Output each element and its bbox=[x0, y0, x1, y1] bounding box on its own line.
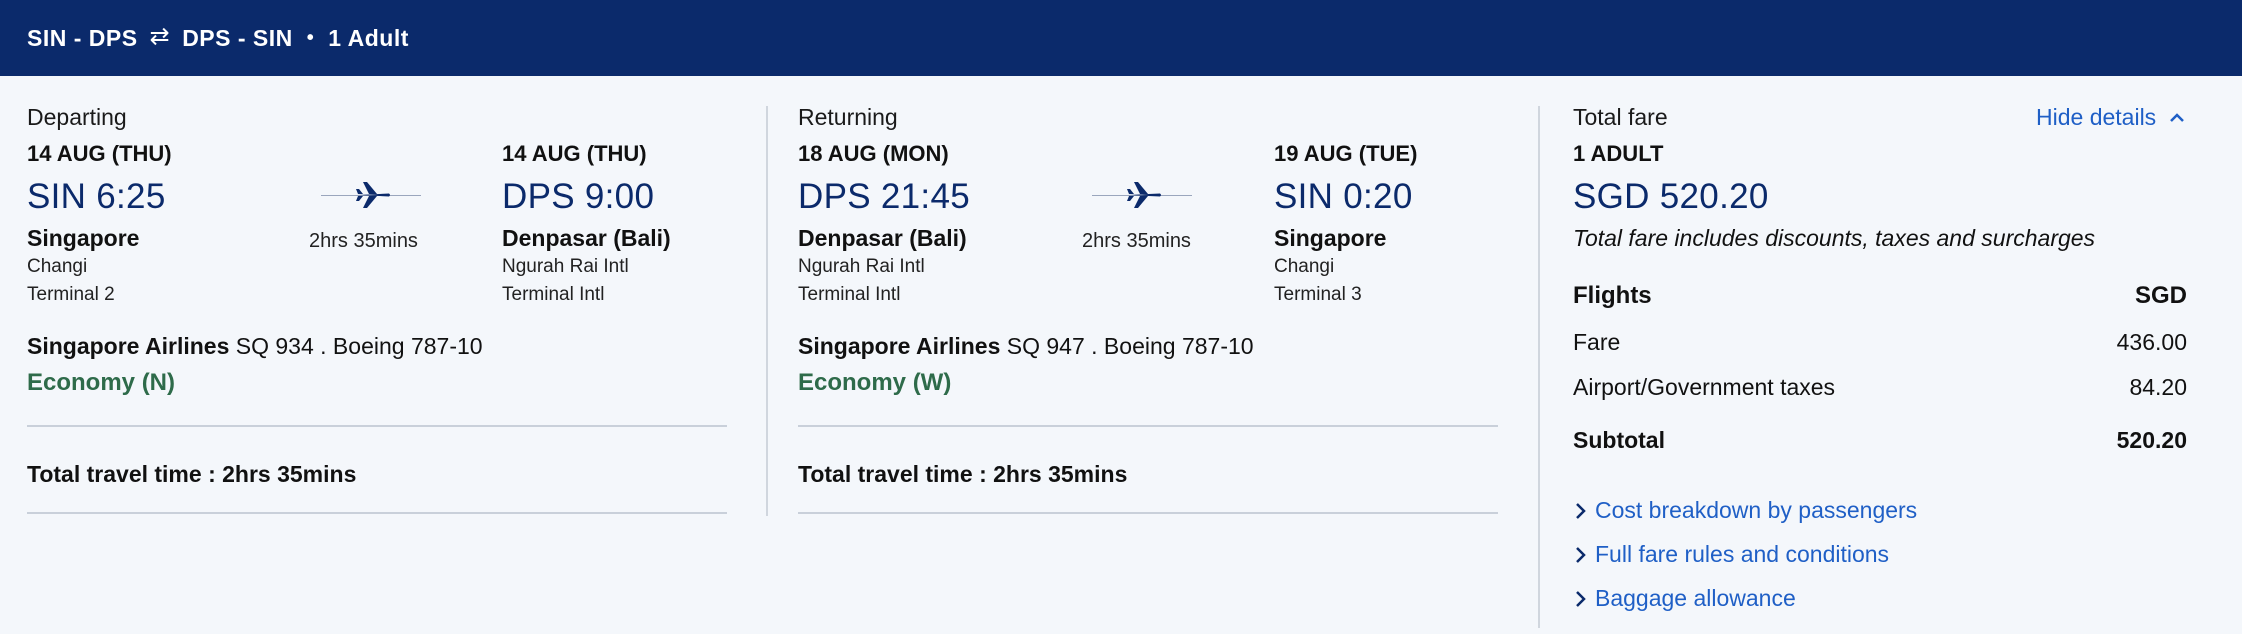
divider bbox=[798, 425, 1498, 427]
departure-date: 14 AUG (THU) bbox=[27, 141, 172, 166]
chevron-right-icon bbox=[1576, 590, 1586, 607]
fare-rules-link[interactable]: Full fare rules and conditions bbox=[1573, 541, 1889, 568]
total-fare-amount: SGD 520.20 bbox=[1573, 177, 1769, 216]
swap-icon: ⇄ bbox=[149, 22, 171, 50]
flights-heading: Flights bbox=[1573, 282, 1652, 309]
fare-rules-label: Full fare rules and conditions bbox=[1595, 541, 1890, 567]
total-travel-time-label: Total travel time : bbox=[27, 461, 216, 487]
cost-breakdown-label: Cost breakdown by passengers bbox=[1595, 497, 1918, 523]
subtotal-value: 520.20 bbox=[2116, 427, 2187, 453]
flight-path bbox=[1092, 180, 1192, 210]
column-divider bbox=[1538, 106, 1540, 628]
arrival-city: Singapore bbox=[1274, 225, 1387, 251]
departure-city: Singapore bbox=[27, 225, 140, 251]
airplane-icon bbox=[356, 182, 390, 208]
departure-airport: Changi bbox=[27, 256, 88, 277]
separator-dot: • bbox=[306, 26, 315, 49]
flight-number: SQ 934 . Boeing 787-10 bbox=[235, 333, 483, 359]
cabin-class: Economy (W) bbox=[798, 369, 952, 396]
total-fare-label: Total fare bbox=[1573, 104, 1668, 130]
departing-label: Departing bbox=[27, 104, 127, 130]
cabin-class: Economy (N) bbox=[27, 369, 176, 396]
outbound-route: SIN - DPS bbox=[27, 24, 138, 51]
arrival-date: 14 AUG (THU) bbox=[502, 141, 647, 166]
column-divider bbox=[766, 106, 768, 516]
airplane-icon bbox=[1127, 182, 1161, 208]
flight-duration: 2hrs 35mins bbox=[1082, 230, 1191, 252]
departure-time: DPS 21:45 bbox=[798, 177, 970, 216]
arrival-terminal: Terminal 3 bbox=[1274, 284, 1362, 305]
departure-terminal: Terminal 2 bbox=[27, 284, 115, 305]
inbound-route: DPS - SIN bbox=[182, 24, 293, 51]
arrival-time: DPS 9:00 bbox=[502, 177, 655, 216]
departure-city: Denpasar (Bali) bbox=[798, 225, 967, 251]
trip-summary-header: SIN - DPS ⇄ DPS - SIN • 1 Adult bbox=[0, 0, 2242, 76]
subtotal-label: Subtotal bbox=[1573, 427, 1665, 453]
chevron-right-icon bbox=[1576, 546, 1586, 563]
flight-number: SQ 947 . Boeing 787-10 bbox=[1006, 333, 1254, 359]
total-travel-time: Total travel time : 2hrs 35mins bbox=[798, 461, 1127, 488]
fare-row-label: Fare bbox=[1573, 329, 1621, 355]
chevron-up-icon bbox=[2170, 112, 2185, 122]
taxes-row-label: Airport/Government taxes bbox=[1573, 374, 1836, 400]
passenger-type: 1 ADULT bbox=[1573, 141, 1664, 166]
hide-details-button[interactable]: Hide details bbox=[2036, 104, 2188, 131]
airline-name: Singapore Airlines bbox=[798, 333, 1001, 359]
divider bbox=[798, 512, 1498, 514]
arrival-airport: Ngurah Rai Intl bbox=[502, 256, 629, 277]
departure-airport: Ngurah Rai Intl bbox=[798, 256, 925, 277]
divider bbox=[27, 512, 727, 514]
chevron-right-icon bbox=[1576, 502, 1586, 519]
returning-label: Returning bbox=[798, 104, 898, 130]
total-travel-time-value: 2hrs 35mins bbox=[222, 461, 357, 487]
arrival-city: Denpasar (Bali) bbox=[502, 225, 671, 251]
hide-details-label: Hide details bbox=[2036, 104, 2157, 130]
total-travel-time: Total travel time : 2hrs 35mins bbox=[27, 461, 356, 488]
currency-heading: SGD bbox=[2134, 282, 2187, 309]
baggage-allowance-label: Baggage allowance bbox=[1595, 585, 1796, 611]
passenger-count: 1 Adult bbox=[328, 24, 409, 51]
airline-info: Singapore Airlines SQ 934 . Boeing 787-1… bbox=[27, 333, 483, 360]
arrival-terminal: Terminal Intl bbox=[502, 284, 605, 305]
departure-time: SIN 6:25 bbox=[27, 177, 166, 216]
airline-name: Singapore Airlines bbox=[27, 333, 230, 359]
airline-info: Singapore Airlines SQ 947 . Boeing 787-1… bbox=[798, 333, 1254, 360]
taxes-row-value: 84.20 bbox=[2129, 374, 2187, 400]
fare-note: Total fare includes discounts, taxes and… bbox=[1573, 225, 2096, 251]
arrival-time: SIN 0:20 bbox=[1274, 177, 1413, 216]
total-travel-time-label: Total travel time : bbox=[798, 461, 987, 487]
total-travel-time-value: 2hrs 35mins bbox=[993, 461, 1128, 487]
arrival-airport: Changi bbox=[1274, 256, 1335, 277]
arrival-date: 19 AUG (TUE) bbox=[1274, 141, 1418, 166]
flight-duration: 2hrs 35mins bbox=[309, 230, 418, 252]
departure-terminal: Terminal Intl bbox=[798, 284, 901, 305]
cost-breakdown-link[interactable]: Cost breakdown by passengers bbox=[1573, 497, 1917, 524]
divider bbox=[27, 425, 727, 427]
departure-date: 18 AUG (MON) bbox=[798, 141, 949, 166]
baggage-allowance-link[interactable]: Baggage allowance bbox=[1573, 585, 1796, 612]
fare-row-value: 436.00 bbox=[2116, 329, 2187, 355]
flight-path bbox=[321, 180, 421, 210]
